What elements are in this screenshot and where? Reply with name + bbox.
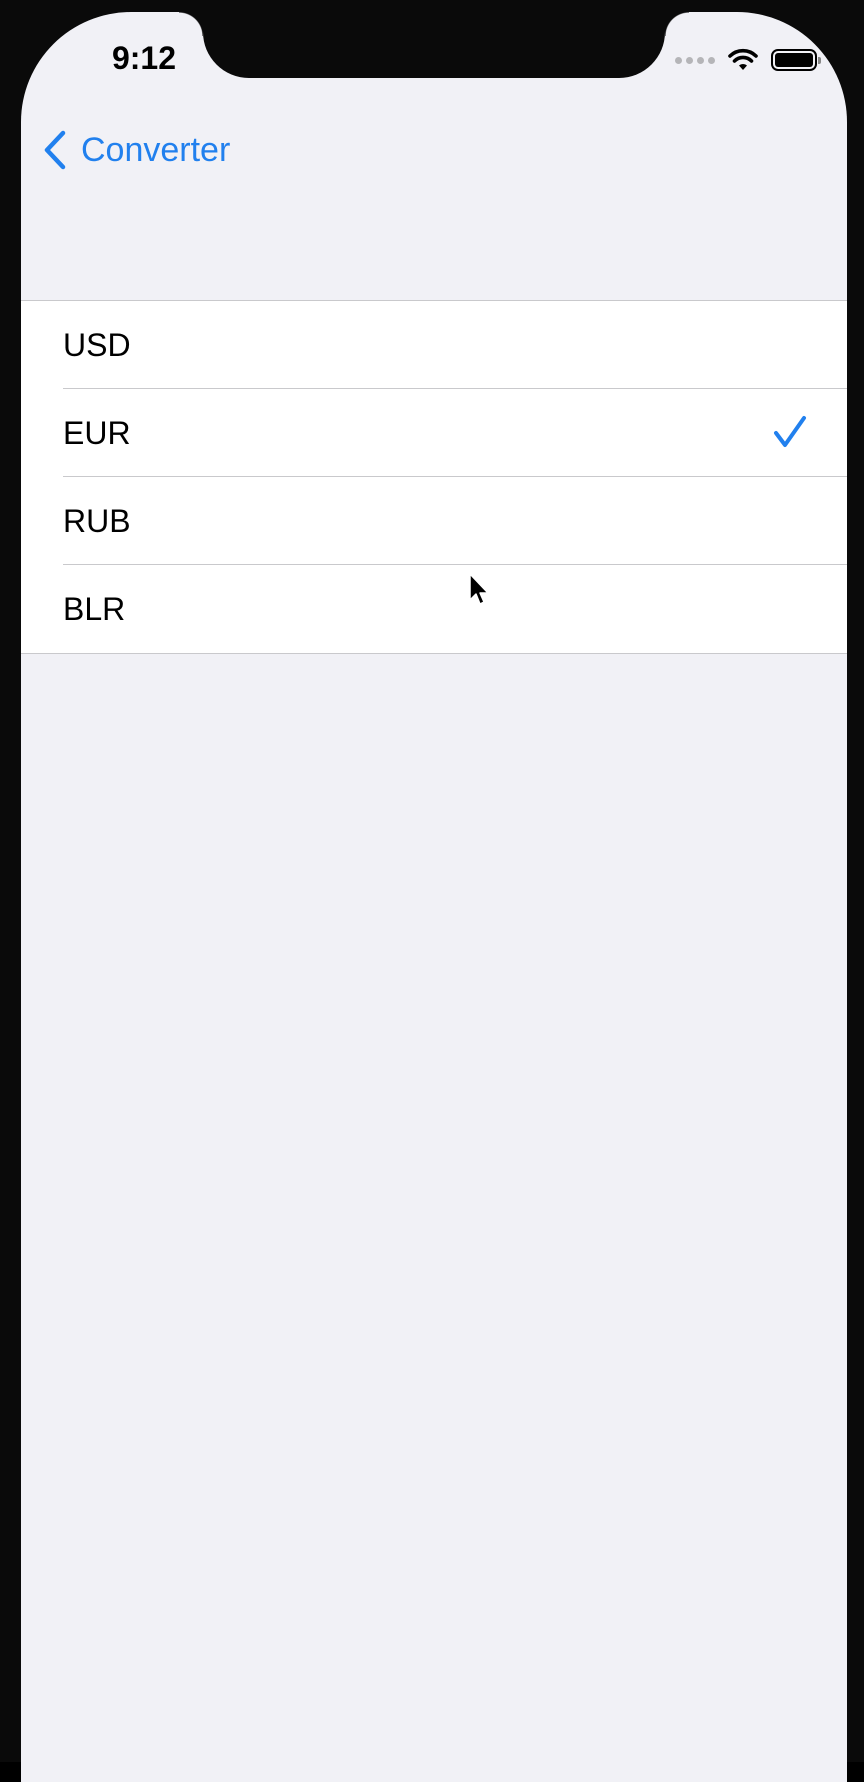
mouse-cursor-icon (469, 573, 489, 605)
currency-row-usd[interactable]: USD (21, 301, 847, 389)
currency-row-rub[interactable]: RUB (21, 476, 847, 565)
wifi-icon (728, 48, 758, 70)
currency-label: USD (63, 326, 131, 363)
status-icons (675, 48, 821, 72)
currency-label: BLR (63, 590, 126, 627)
app-screen: 9:12 Converter USD EUR RUB BLR (21, 12, 847, 1782)
currency-list: USD EUR RUB BLR (21, 300, 847, 654)
currency-row-eur[interactable]: EUR (21, 388, 847, 477)
cellular-signal-icon (675, 56, 715, 64)
back-button-label: Converter (81, 130, 231, 169)
currency-label: EUR (63, 414, 131, 451)
status-time: 9:12 (111, 40, 177, 76)
currency-row-blr[interactable]: BLR (21, 564, 847, 653)
battery-icon (771, 49, 821, 71)
checkmark-icon (774, 416, 806, 447)
device-notch (179, 12, 689, 78)
back-button[interactable]: Converter (43, 130, 230, 170)
currency-label: RUB (63, 502, 131, 539)
chevron-left-icon (44, 130, 66, 170)
